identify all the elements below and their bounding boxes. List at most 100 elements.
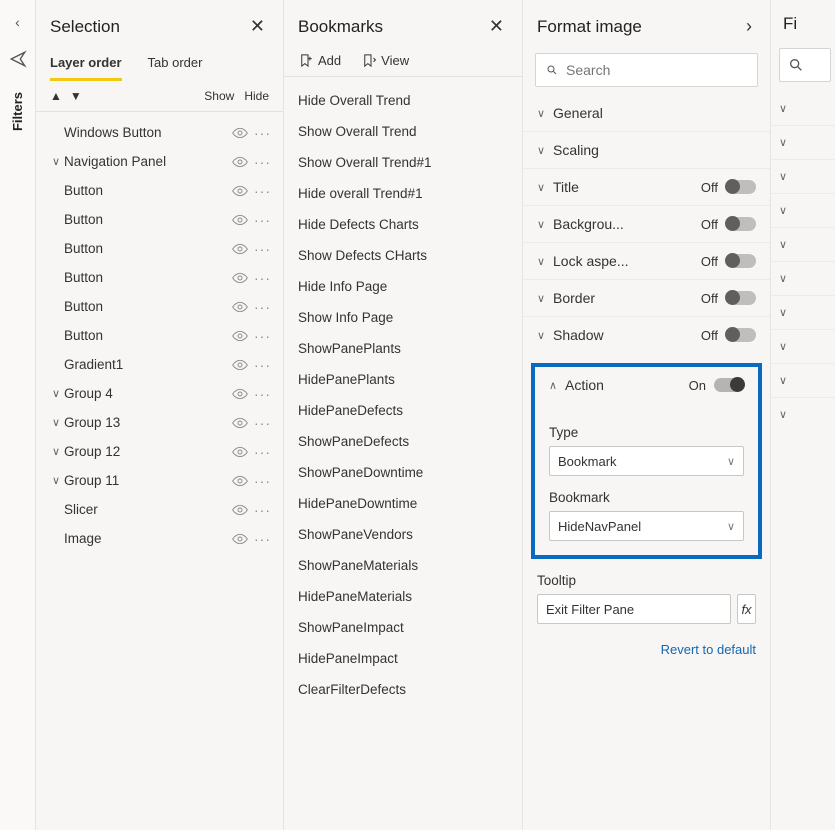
extra-section[interactable]: ∨: [771, 92, 835, 125]
more-options-icon[interactable]: ···: [254, 300, 271, 314]
visibility-icon[interactable]: [232, 359, 248, 371]
bookmark-item[interactable]: ShowPaneDowntime: [294, 457, 512, 488]
selection-item[interactable]: Button···: [42, 234, 277, 263]
send-icon[interactable]: [9, 50, 27, 68]
visibility-icon[interactable]: [232, 156, 248, 168]
more-options-icon[interactable]: ···: [254, 184, 271, 198]
format-section[interactable]: ∨Scaling: [523, 131, 770, 168]
action-type-select[interactable]: Bookmark ∨: [549, 446, 744, 476]
bookmark-item[interactable]: HidePaneDowntime: [294, 488, 512, 519]
format-section[interactable]: ∨BorderOff: [523, 279, 770, 316]
tab-layer-order[interactable]: Layer order: [50, 55, 122, 81]
bookmark-item[interactable]: Show Overall Trend: [294, 116, 512, 147]
bookmark-item[interactable]: HidePanePlants: [294, 364, 512, 395]
format-section[interactable]: ∨General: [523, 95, 770, 131]
more-options-icon[interactable]: ···: [254, 503, 271, 517]
selection-item[interactable]: Button···: [42, 205, 277, 234]
more-options-icon[interactable]: ···: [254, 271, 271, 285]
bookmark-item[interactable]: Show Info Page: [294, 302, 512, 333]
more-options-icon[interactable]: ···: [254, 329, 271, 343]
visibility-icon[interactable]: [232, 504, 248, 516]
section-toggle[interactable]: [726, 180, 756, 194]
extra-section[interactable]: ∨: [771, 363, 835, 397]
section-toggle[interactable]: [726, 254, 756, 268]
tooltip-input[interactable]: [537, 594, 731, 624]
more-options-icon[interactable]: ···: [254, 387, 271, 401]
filters-vertical-label[interactable]: Filters: [10, 92, 25, 131]
selection-item[interactable]: ∨Group 13···: [42, 408, 277, 437]
extra-section[interactable]: ∨: [771, 159, 835, 193]
format-section[interactable]: ∨TitleOff: [523, 168, 770, 205]
bookmark-item[interactable]: Hide Info Page: [294, 271, 512, 302]
more-options-icon[interactable]: ···: [254, 155, 271, 169]
section-toggle[interactable]: [726, 217, 756, 231]
section-action[interactable]: ∧ Action On: [535, 367, 758, 403]
close-selection-button[interactable]: ✕: [246, 14, 269, 39]
bookmark-item[interactable]: ShowPaneDefects: [294, 426, 512, 457]
hide-all-button[interactable]: Hide: [244, 89, 269, 103]
bookmark-item[interactable]: HidePaneMaterials: [294, 581, 512, 612]
format-search-input[interactable]: [566, 62, 747, 78]
bookmark-item[interactable]: Hide Overall Trend: [294, 85, 512, 116]
bookmark-item[interactable]: HidePaneImpact: [294, 643, 512, 674]
bookmark-item[interactable]: ShowPaneMaterials: [294, 550, 512, 581]
selection-item[interactable]: Windows Button···: [42, 118, 277, 147]
selection-item[interactable]: Button···: [42, 176, 277, 205]
visibility-icon[interactable]: [232, 214, 248, 226]
action-bookmark-select[interactable]: HideNavPanel ∨: [549, 511, 744, 541]
selection-item[interactable]: ∨Navigation Panel···: [42, 147, 277, 176]
bookmark-item[interactable]: Show Defects CHarts: [294, 240, 512, 271]
extra-section[interactable]: ∨: [771, 295, 835, 329]
bookmark-item[interactable]: Hide overall Trend#1: [294, 178, 512, 209]
selection-item[interactable]: Button···: [42, 292, 277, 321]
add-bookmark-button[interactable]: Add: [298, 53, 341, 68]
section-toggle[interactable]: [726, 291, 756, 305]
visibility-icon[interactable]: [232, 330, 248, 342]
selection-item[interactable]: ∨Group 12···: [42, 437, 277, 466]
format-section[interactable]: ∨Backgrou...Off: [523, 205, 770, 242]
bookmark-item[interactable]: ShowPaneVendors: [294, 519, 512, 550]
show-all-button[interactable]: Show: [204, 89, 234, 103]
extra-section[interactable]: ∨: [771, 397, 835, 431]
extra-section[interactable]: ∨: [771, 329, 835, 363]
format-section[interactable]: ∨ShadowOff: [523, 316, 770, 353]
collapse-left-icon[interactable]: ‹: [15, 14, 20, 30]
visibility-icon[interactable]: [232, 272, 248, 284]
bookmark-item[interactable]: HidePaneDefects: [294, 395, 512, 426]
view-bookmark-button[interactable]: View: [361, 53, 409, 68]
selection-item[interactable]: ∨Group 4···: [42, 379, 277, 408]
selection-item[interactable]: Button···: [42, 321, 277, 350]
extra-search[interactable]: [779, 48, 831, 82]
visibility-icon[interactable]: [232, 127, 248, 139]
fx-button[interactable]: fx: [737, 594, 756, 624]
extra-section[interactable]: ∨: [771, 227, 835, 261]
more-options-icon[interactable]: ···: [254, 474, 271, 488]
format-section[interactable]: ∨Lock aspe...Off: [523, 242, 770, 279]
visibility-icon[interactable]: [232, 446, 248, 458]
bookmark-item[interactable]: ClearFilterDefects: [294, 674, 512, 705]
extra-section[interactable]: ∨: [771, 193, 835, 227]
selection-item[interactable]: Gradient1···: [42, 350, 277, 379]
more-options-icon[interactable]: ···: [254, 213, 271, 227]
selection-item[interactable]: Button···: [42, 263, 277, 292]
close-bookmarks-button[interactable]: ✕: [485, 14, 508, 39]
selection-item[interactable]: ∨Group 11···: [42, 466, 277, 495]
more-options-icon[interactable]: ···: [254, 445, 271, 459]
visibility-icon[interactable]: [232, 243, 248, 255]
section-toggle[interactable]: [726, 328, 756, 342]
bookmark-item[interactable]: Show Overall Trend#1: [294, 147, 512, 178]
visibility-icon[interactable]: [232, 388, 248, 400]
visibility-icon[interactable]: [232, 417, 248, 429]
move-up-icon[interactable]: ▲: [50, 89, 62, 103]
more-options-icon[interactable]: ···: [254, 358, 271, 372]
selection-item[interactable]: Image···: [42, 524, 277, 553]
extra-section[interactable]: ∨: [771, 261, 835, 295]
move-down-icon[interactable]: ▼: [70, 89, 82, 103]
tab-tab-order[interactable]: Tab order: [148, 55, 203, 81]
visibility-icon[interactable]: [232, 301, 248, 313]
selection-item[interactable]: Slicer···: [42, 495, 277, 524]
bookmark-item[interactable]: ShowPaneImpact: [294, 612, 512, 643]
visibility-icon[interactable]: [232, 185, 248, 197]
more-options-icon[interactable]: ···: [254, 416, 271, 430]
collapse-format-button[interactable]: ›: [742, 14, 756, 39]
